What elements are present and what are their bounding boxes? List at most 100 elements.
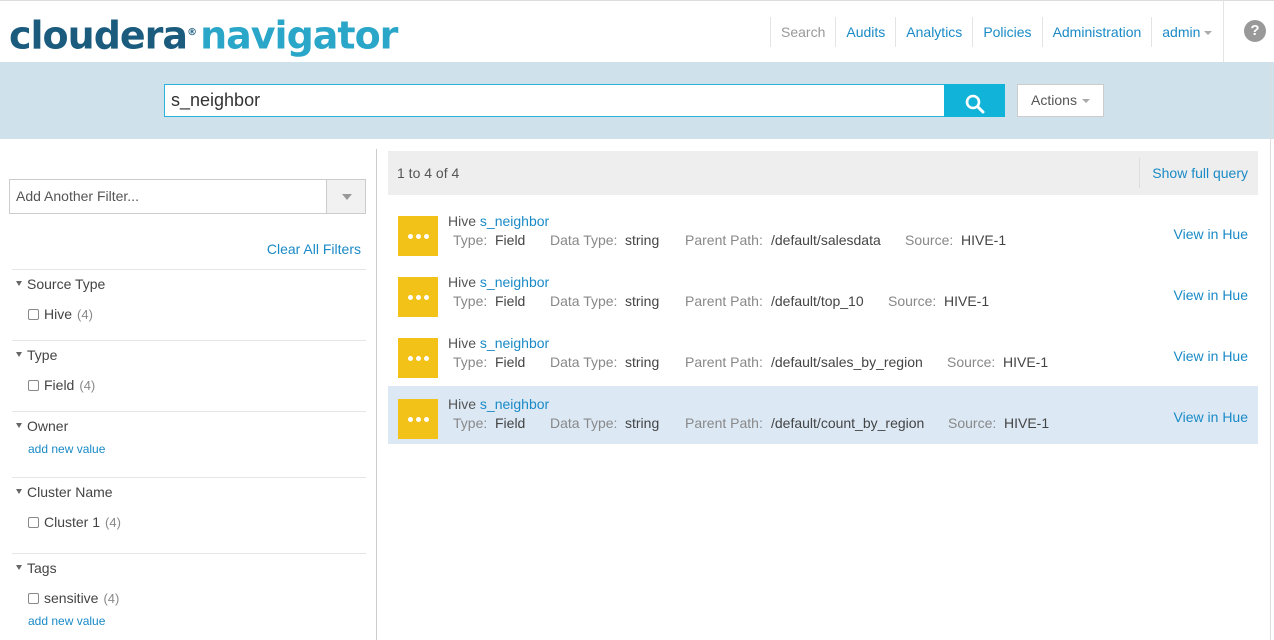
data-type-label: Data Type: — [550, 293, 618, 309]
result-title: Hive s_neighbor — [448, 274, 549, 290]
more-dots-icon[interactable] — [398, 399, 438, 439]
result-title: Hive s_neighbor — [448, 213, 549, 229]
facet-option[interactable]: Hive (4) — [28, 306, 93, 322]
checkbox[interactable] — [28, 592, 39, 604]
parent-path-value: /default/top_10 — [771, 293, 864, 309]
data-type-label: Data Type: — [550, 354, 618, 370]
dot — [423, 233, 429, 239]
type-value: Field — [495, 293, 526, 309]
actions-dropdown-button[interactable]: Actions — [1017, 84, 1104, 117]
caret-down-icon[interactable] — [16, 281, 22, 286]
logo-brand-text: cloudera — [9, 13, 188, 58]
facet-option-label: Cluster 1 — [44, 514, 101, 530]
search-button[interactable] — [944, 84, 1005, 117]
caret-down-icon[interactable] — [16, 565, 22, 570]
result-row[interactable]: Hive s_neighbor Type: Field Data Type: strin… — [388, 325, 1258, 383]
type-label: Type: — [453, 415, 488, 431]
nav-analytics[interactable]: Analytics — [895, 17, 972, 47]
dot — [423, 294, 429, 300]
result-title: Hive s_neighbor — [448, 396, 549, 412]
result-name-link[interactable]: s_neighbor — [480, 274, 549, 290]
parent-path-value: /default/salesdata — [771, 232, 881, 248]
facet-cluster-name: Cluster Name Cluster 1 (4) — [12, 477, 366, 537]
nav-label: Audits — [846, 24, 886, 40]
nav-label: Analytics — [906, 24, 963, 40]
main-nav: Search Audits Analytics Policies Administrat… — [770, 17, 1222, 47]
nav-label: Administration — [1052, 24, 1142, 40]
caret-down-icon[interactable] — [16, 352, 22, 357]
data-type-value: string — [625, 415, 660, 431]
facet-owner: Owner add new value — [12, 411, 366, 466]
facet-option-count: (4) — [105, 514, 121, 530]
search-icon — [965, 94, 984, 113]
view-in-hue-link[interactable]: View in Hue — [1174, 287, 1248, 303]
parent-path-value: /default/sales_by_region — [771, 354, 923, 370]
dot — [407, 416, 413, 422]
data-type-value: string — [625, 293, 660, 309]
nav-label: Policies — [983, 24, 1032, 40]
facet-title[interactable]: Tags — [27, 560, 57, 576]
add-new-value-link[interactable]: add new value — [28, 614, 105, 628]
view-in-hue-link[interactable]: View in Hue — [1174, 226, 1248, 242]
facet-option[interactable]: Field (4) — [28, 377, 95, 393]
logo-product-text: navigator — [200, 13, 398, 58]
add-new-value-link[interactable]: add new value — [28, 442, 105, 456]
parent-path-label: Parent Path: — [685, 293, 763, 309]
data-type-label: Data Type: — [550, 232, 618, 248]
facet-option[interactable]: Cluster 1 (4) — [28, 514, 121, 530]
clear-all-filters-link[interactable]: Clear All Filters — [267, 241, 361, 257]
help-icon[interactable]: ? — [1244, 20, 1266, 42]
view-in-hue-link[interactable]: View in Hue — [1174, 348, 1248, 364]
dot — [423, 416, 429, 422]
result-name-link[interactable]: s_neighbor — [480, 335, 549, 351]
source-label: Source: — [947, 354, 996, 370]
facet-title[interactable]: Type — [27, 347, 57, 363]
dot — [423, 355, 429, 361]
result-name-link[interactable]: s_neighbor — [480, 396, 549, 412]
add-filter-select[interactable]: Add Another Filter... — [9, 179, 366, 214]
source-value: HIVE-1 — [944, 293, 990, 309]
logo-registered-mark: ® — [187, 27, 197, 38]
filter-sidebar: Add Another Filter... Clear All Filters … — [0, 139, 376, 640]
dot — [407, 355, 413, 361]
type-value: Field — [495, 415, 526, 431]
source-label: Source: — [948, 415, 997, 431]
more-dots-icon[interactable] — [398, 277, 438, 317]
facet-option[interactable]: sensitive (4) — [28, 590, 119, 606]
facet-option-count: (4) — [77, 306, 93, 322]
view-in-hue-link[interactable]: View in Hue — [1174, 409, 1248, 425]
result-name-link[interactable]: s_neighbor — [480, 213, 549, 229]
checkbox[interactable] — [28, 379, 39, 391]
cloudera-navigator-logo[interactable]: cloudera® navigator — [9, 11, 398, 58]
checkbox[interactable] — [28, 516, 39, 528]
nav-audits[interactable]: Audits — [835, 17, 895, 47]
source-label: Source: — [905, 232, 954, 248]
chevron-down-icon — [1204, 31, 1213, 36]
caret-down-icon[interactable] — [16, 423, 22, 428]
facet-title[interactable]: Owner — [27, 418, 68, 434]
show-full-query-link[interactable]: Show full query — [1152, 151, 1248, 195]
nav-administration[interactable]: Administration — [1041, 17, 1152, 47]
data-type-label: Data Type: — [550, 415, 618, 431]
dot — [407, 233, 413, 239]
more-dots-icon[interactable] — [398, 338, 438, 378]
parent-path-value: /default/count_by_region — [771, 415, 925, 431]
actions-label: Actions — [1031, 92, 1077, 108]
chevron-down-icon — [326, 180, 365, 213]
facet-option-label: Field — [44, 377, 75, 393]
facet-title[interactable]: Source Type — [27, 276, 105, 292]
result-row[interactable]: Hive s_neighbor Type: Field Data Type: strin… — [388, 386, 1258, 444]
caret-down-icon[interactable] — [16, 489, 22, 494]
nav-policies[interactable]: Policies — [972, 17, 1041, 47]
checkbox[interactable] — [28, 308, 39, 320]
nav-label: admin — [1162, 24, 1201, 40]
source-value: HIVE-1 — [1003, 354, 1049, 370]
result-row[interactable]: Hive s_neighbor Type: Field Data Type: strin… — [388, 264, 1258, 322]
facet-title[interactable]: Cluster Name — [27, 484, 113, 500]
nav-admin[interactable]: admin — [1151, 17, 1222, 47]
nav-search[interactable]: Search — [770, 17, 835, 47]
search-input[interactable] — [164, 84, 945, 117]
dot — [407, 294, 413, 300]
more-dots-icon[interactable] — [398, 216, 438, 256]
result-row[interactable]: Hive s_neighbor Type: Field Data Type: strin… — [388, 203, 1258, 261]
